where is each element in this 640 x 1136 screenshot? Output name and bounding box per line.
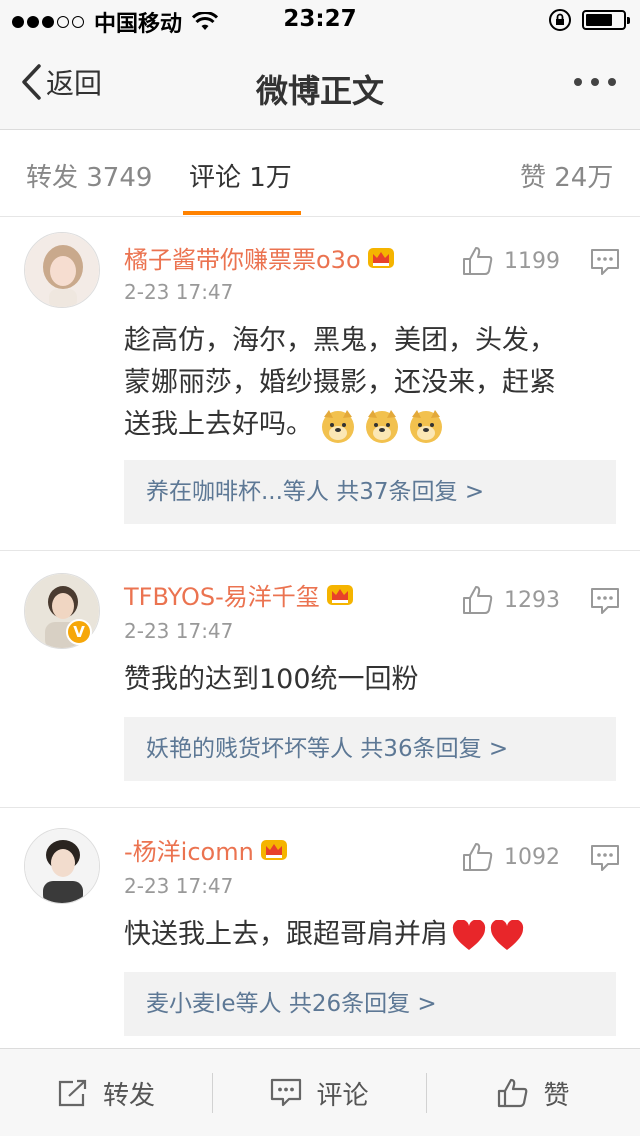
status-bar: 中国移动 23:27: [0, 0, 640, 40]
reply-icon[interactable]: [590, 844, 620, 872]
tab-comment[interactable]: 评论 1万: [189, 157, 292, 194]
thumbs-up-icon: [498, 1078, 528, 1108]
doge-emoji-icon: [366, 409, 398, 443]
verified-badge: V: [66, 619, 92, 645]
avatar[interactable]: [24, 828, 100, 904]
avatar[interactable]: [24, 232, 100, 308]
tab-like[interactable]: 赞 24万: [520, 157, 613, 194]
rotation-lock-icon: [549, 9, 571, 31]
comment-username[interactable]: 橘子酱带你赚票票o3o: [124, 240, 395, 275]
active-tab-indicator: [183, 211, 301, 215]
more-options-icon[interactable]: [574, 78, 616, 86]
repost-icon: [58, 1079, 87, 1107]
comment-time: 2-23 17:47: [124, 280, 234, 304]
comment-label: 评论: [316, 1080, 369, 1111]
reply-summary[interactable]: 养在咖啡杯...等人 共37条回复 >: [124, 460, 616, 524]
thumbs-up-icon: [463, 586, 493, 614]
page-title: 微博正文: [255, 72, 384, 110]
comment-text: 趁高仿，海尔，黑鬼，美团，头发， 蒙娜丽莎，婚纱摄影，还没来，赶紧 送我上去好吗…: [124, 320, 614, 446]
like-post-button[interactable]: 赞: [427, 1049, 640, 1136]
doge-emoji-icon: [322, 409, 354, 443]
comment-time: 2-23 17:47: [124, 874, 234, 898]
like-count: 1092: [504, 844, 560, 870]
doge-emoji-icon: [410, 409, 442, 443]
reply-summary[interactable]: 麦小麦le等人 共26条回复 >: [124, 972, 616, 1036]
comment-time: 2-23 17:47: [124, 619, 234, 643]
comment-button[interactable]: 评论: [213, 1049, 426, 1136]
thumbs-up-icon: [463, 843, 493, 871]
like-count: 1199: [504, 248, 560, 274]
comment-username[interactable]: TFBYOS-易洋千玺: [124, 577, 354, 612]
tab-repost[interactable]: 转发 3749: [26, 157, 152, 194]
repost-label: 转发: [102, 1080, 155, 1111]
heart-emoji-icon: [452, 919, 486, 950]
reply-summary[interactable]: 妖艳的贱货坏坏等人 共36条回复 >: [124, 717, 616, 781]
clock-time: 23:27: [283, 6, 357, 32]
like-count: 1293: [504, 587, 560, 613]
post-tabs: 转发 3749 评论 1万 赞 24万: [0, 131, 640, 217]
reply-icon[interactable]: [590, 248, 620, 276]
comment-item: V TFBYOS-易洋千玺 2-23 17:47 1293 赞我的达到100统一…: [0, 551, 640, 807]
comment-item: -杨洋icomn 2-23 17:47 1092 快送我上去，跟超哥肩并肩 麦小…: [0, 808, 640, 1048]
reply-icon[interactable]: [590, 587, 620, 615]
comment-icon: [271, 1078, 302, 1107]
crown-badge-icon: [367, 247, 394, 268]
navigation-bar: 返回 微博正文: [0, 40, 640, 130]
bottom-toolbar: 转发 评论 赞: [0, 1048, 640, 1136]
like-label: 赞: [543, 1080, 570, 1111]
thumbs-up-icon: [463, 247, 493, 275]
crown-badge-icon: [260, 839, 287, 860]
like-button[interactable]: 1092: [462, 842, 560, 872]
heart-emoji-icon: [490, 919, 524, 950]
like-button[interactable]: 1293: [462, 585, 560, 615]
crown-badge-icon: [326, 584, 353, 605]
battery-icon: [582, 10, 630, 30]
comment-username[interactable]: -杨洋icomn: [124, 832, 288, 867]
comment-text: 快送我上去，跟超哥肩并肩: [124, 914, 614, 956]
comment-text: 赞我的达到100统一回粉: [124, 664, 419, 695]
repost-button[interactable]: 转发: [0, 1049, 212, 1136]
comment-item: 橘子酱带你赚票票o3o 2-23 17:47 1199 趁高仿，海尔，黑鬼，美团…: [0, 218, 640, 550]
status-right: [548, 8, 630, 32]
like-button[interactable]: 1199: [462, 246, 560, 276]
